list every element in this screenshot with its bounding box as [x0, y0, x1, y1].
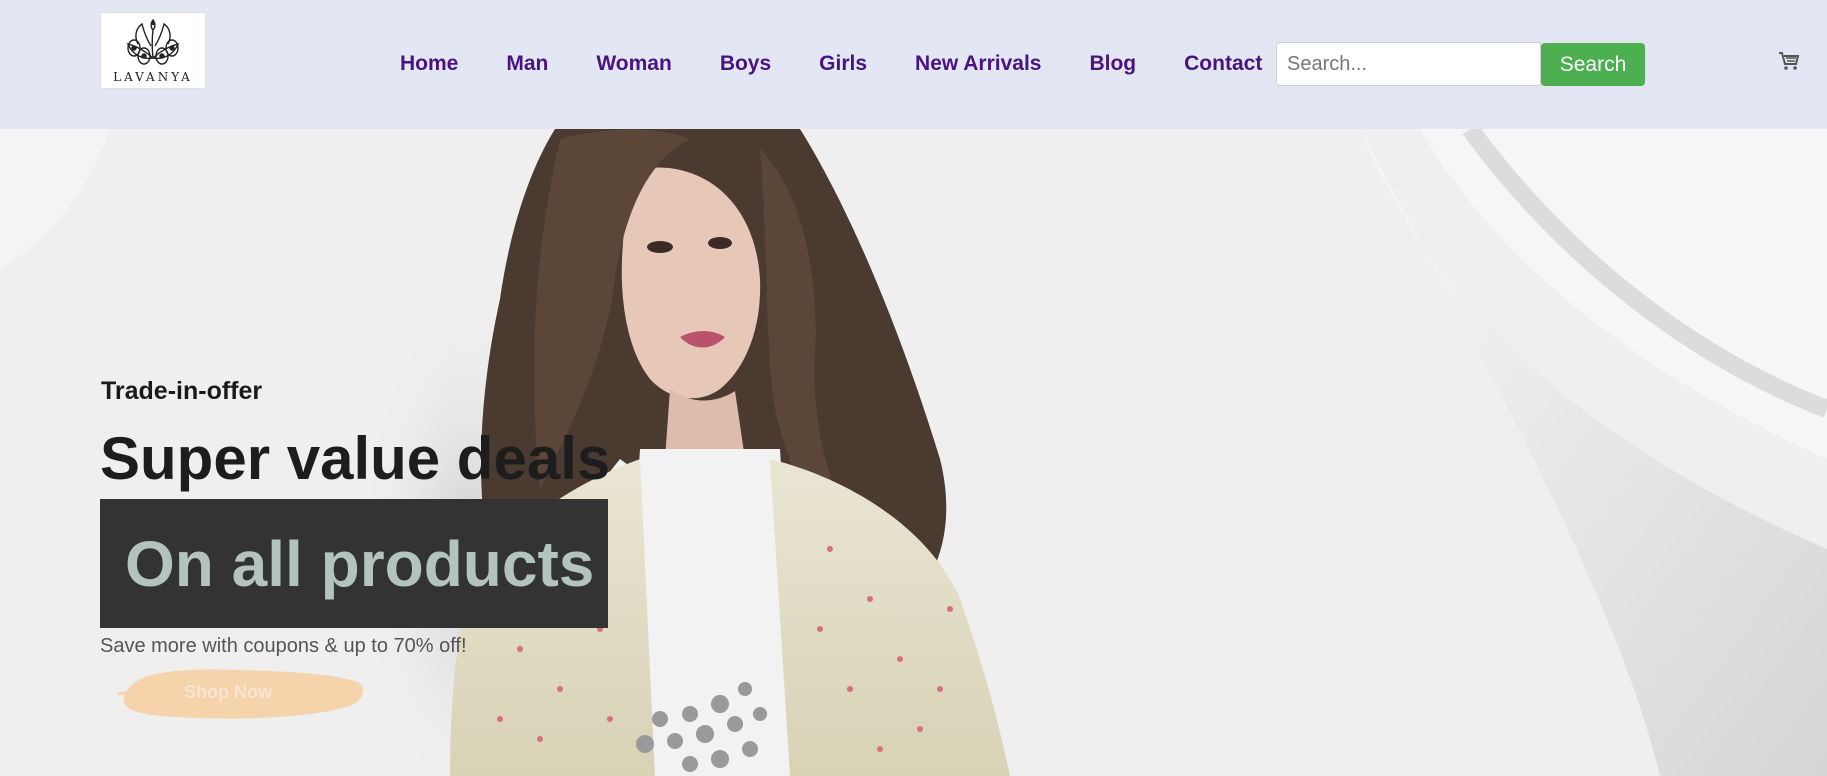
hero-highlight-box: On all products	[100, 499, 608, 628]
nav-man[interactable]: Man	[506, 52, 548, 76]
nav-contact[interactable]: Contact	[1184, 52, 1262, 76]
nav-boys[interactable]: Boys	[720, 52, 771, 76]
cart-icon[interactable]	[1778, 51, 1800, 71]
hero-headline: Super value deals	[100, 425, 611, 492]
hero-highlight-text: On all products	[125, 527, 595, 600]
shop-now-button[interactable]: Shop Now	[118, 660, 368, 724]
search-input[interactable]	[1276, 42, 1541, 86]
nav-girls[interactable]: Girls	[819, 52, 867, 76]
nav-blog[interactable]: Blog	[1089, 52, 1136, 76]
peacock-logo-icon	[126, 18, 180, 65]
nav-home[interactable]: Home	[400, 52, 458, 76]
search-button[interactable]: Search	[1541, 43, 1645, 86]
nav-woman[interactable]: Woman	[596, 52, 671, 76]
brand-logo[interactable]: LAVANYA	[100, 12, 206, 89]
site-header: LAVANYA Home Man Woman Boys Girls New Ar…	[0, 0, 1827, 129]
hero-eyebrow: Trade-in-offer	[101, 377, 263, 405]
nav-new-arrivals[interactable]: New Arrivals	[915, 52, 1041, 76]
hero-banner: Trade-in-offer Super value deals On all …	[0, 129, 1827, 776]
main-nav: Home Man Woman Boys Girls New Arrivals B…	[376, 44, 1286, 84]
logo-text: LAVANYA	[113, 70, 193, 84]
hero-subtext: Save more with coupons & up to 70% off!	[100, 635, 467, 657]
shop-now-label: Shop Now	[184, 681, 272, 702]
